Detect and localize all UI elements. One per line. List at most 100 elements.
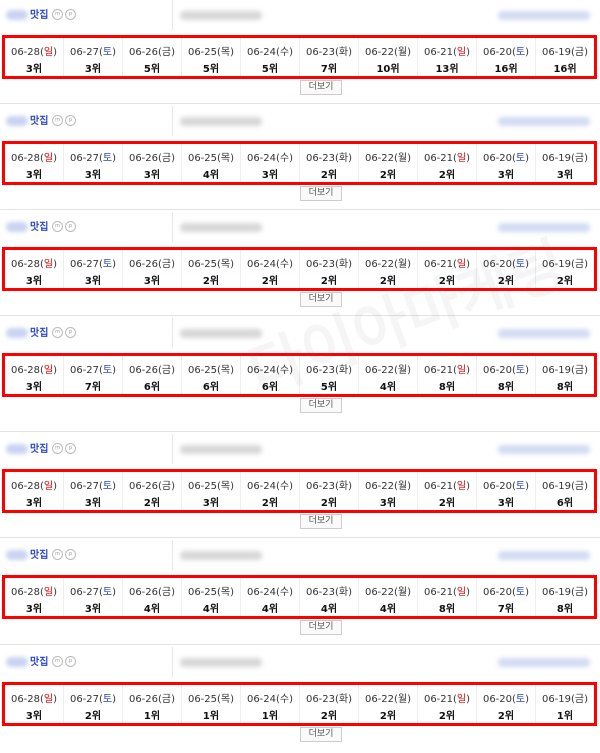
date-value: 06-22 [364, 47, 395, 58]
date-value: 06-22 [364, 153, 395, 164]
more-button[interactable]: 더보기 [300, 620, 342, 635]
weekday: 월 [397, 587, 408, 598]
rank-date: 06-26(금) [128, 587, 176, 598]
more-button[interactable]: 더보기 [300, 80, 342, 95]
rank-date: 06-23(화) [305, 259, 353, 270]
store-rank-block: 맛집 m p 06-28(일) 3위 06-27(토) 3위 06-26(금) 3위 06-25(… [0, 212, 600, 318]
header-divider [172, 647, 173, 677]
rank-value: 3위 [143, 276, 161, 287]
blurred-store-name [6, 10, 28, 20]
date-value: 06-24 [246, 587, 277, 598]
date-value: 06-25 [187, 153, 218, 164]
rank-date: 06-23(화) [305, 587, 353, 598]
rank-value: 13위 [435, 64, 459, 75]
rank-date: 06-25(목) [187, 694, 235, 705]
blurred-keyword [180, 445, 262, 454]
header-divider [172, 540, 173, 570]
rank-value: 5위 [320, 382, 338, 393]
rank-cell: 06-25(목) 4위 [182, 578, 241, 616]
rank-value: 3위 [497, 170, 515, 181]
rank-value: 3위 [379, 498, 397, 509]
date-value: 06-19 [541, 481, 572, 492]
weekday: 금 [574, 153, 585, 164]
date-value: 06-28 [10, 694, 41, 705]
weekday: 금 [574, 47, 585, 58]
rank-value: 2위 [379, 276, 397, 287]
rank-value: 7위 [320, 64, 338, 75]
weekday: 일 [456, 47, 467, 58]
store-name-suffix[interactable]: 맛집 [30, 112, 48, 127]
rank-date: 06-22(월) [364, 481, 412, 492]
rank-cell: 06-21(일) 2위 [418, 144, 477, 182]
rank-value: 8위 [497, 382, 515, 393]
rank-history-box: 06-28(일) 3위 06-27(토) 7위 06-26(금) 6위 06-25(목) 6위… [2, 353, 597, 397]
rank-cell: 06-24(수) 3위 [241, 144, 300, 182]
weekday: 화 [338, 259, 349, 270]
rank-value: 4위 [143, 604, 161, 615]
store-name-suffix[interactable]: 맛집 [30, 218, 48, 233]
rank-date: 06-21(일) [423, 259, 471, 270]
rank-date: 06-28(일) [10, 694, 58, 705]
store-name-suffix[interactable]: 맛집 [30, 324, 48, 339]
blurred-store-name [6, 550, 28, 560]
rank-cell: 06-27(토) 3위 [64, 144, 123, 182]
rank-cell: 06-28(일) 3위 [5, 685, 64, 723]
rank-date: 06-25(목) [187, 153, 235, 164]
rank-date: 06-19(금) [541, 259, 589, 270]
more-button[interactable]: 더보기 [300, 292, 342, 307]
blurred-keyword [180, 223, 262, 232]
store-name-suffix[interactable]: 맛집 [30, 653, 48, 668]
weekday: 금 [161, 47, 172, 58]
rank-cell: 06-23(화) 2위 [300, 472, 359, 510]
date-value: 06-23 [305, 47, 336, 58]
header-divider [172, 0, 173, 30]
rank-cell: 06-24(수) 2위 [241, 250, 300, 288]
weekday: 금 [161, 481, 172, 492]
weekday: 금 [574, 481, 585, 492]
block-divider [0, 537, 600, 538]
rank-cell: 06-23(화) 4위 [300, 578, 359, 616]
rank-cell: 06-27(토) 2위 [64, 685, 123, 723]
badge-icon: m [52, 656, 63, 667]
blurred-keyword [180, 117, 262, 126]
rank-cell: 06-22(월) 4위 [359, 356, 418, 394]
rank-date: 06-27(토) [69, 481, 117, 492]
store-badges: mp [52, 656, 76, 667]
rank-value: 2위 [84, 711, 102, 722]
more-button[interactable]: 더보기 [300, 514, 342, 529]
store-rank-block: 맛집 m p 06-28(일) 3위 06-27(토) 7위 06-26(금) 6위 06-25(… [0, 318, 600, 424]
date-value: 06-24 [246, 365, 277, 376]
rank-history-box: 06-28(일) 3위 06-27(토) 3위 06-26(금) 4위 06-25(목) 4위… [2, 575, 597, 619]
store-rank-block: 맛집 m p 06-28(일) 3위 06-27(토) 3위 06-26(금) 3위 06-25(… [0, 106, 600, 212]
rank-value: 3위 [25, 604, 43, 615]
store-name-suffix[interactable]: 맛집 [30, 546, 48, 561]
date-value: 06-27 [69, 481, 100, 492]
rank-value: 6위 [261, 382, 279, 393]
rank-date: 06-24(수) [246, 587, 294, 598]
rank-date: 06-19(금) [541, 694, 589, 705]
rank-cell: 06-21(일) 2위 [418, 250, 477, 288]
date-value: 06-25 [187, 365, 218, 376]
rank-value: 3위 [261, 170, 279, 181]
store-name-suffix[interactable]: 맛집 [30, 440, 48, 455]
date-value: 06-25 [187, 481, 218, 492]
rank-cell: 06-19(금) 2위 [536, 250, 594, 288]
weekday: 금 [161, 587, 172, 598]
more-button[interactable]: 더보기 [300, 186, 342, 201]
store-header: 맛집 m p [0, 647, 600, 681]
date-value: 06-26 [128, 481, 159, 492]
store-name-suffix[interactable]: 맛집 [30, 6, 48, 21]
date-value: 06-23 [305, 587, 336, 598]
more-button[interactable]: 더보기 [300, 727, 342, 742]
store-rank-block: 맛집 m p 06-28(일) 3위 06-27(토) 3위 06-26(금) 4위 06-25(… [0, 540, 600, 646]
badge-icon: m [52, 549, 63, 560]
rank-date: 06-23(화) [305, 153, 353, 164]
rank-date: 06-28(일) [10, 365, 58, 376]
rank-date: 06-19(금) [541, 365, 589, 376]
rank-cell: 06-22(월) 2위 [359, 144, 418, 182]
rank-date: 06-27(토) [69, 47, 117, 58]
rank-date: 06-28(일) [10, 481, 58, 492]
more-button[interactable]: 더보기 [300, 398, 342, 413]
rank-cell: 06-23(화) 5위 [300, 356, 359, 394]
date-value: 06-21 [423, 587, 454, 598]
